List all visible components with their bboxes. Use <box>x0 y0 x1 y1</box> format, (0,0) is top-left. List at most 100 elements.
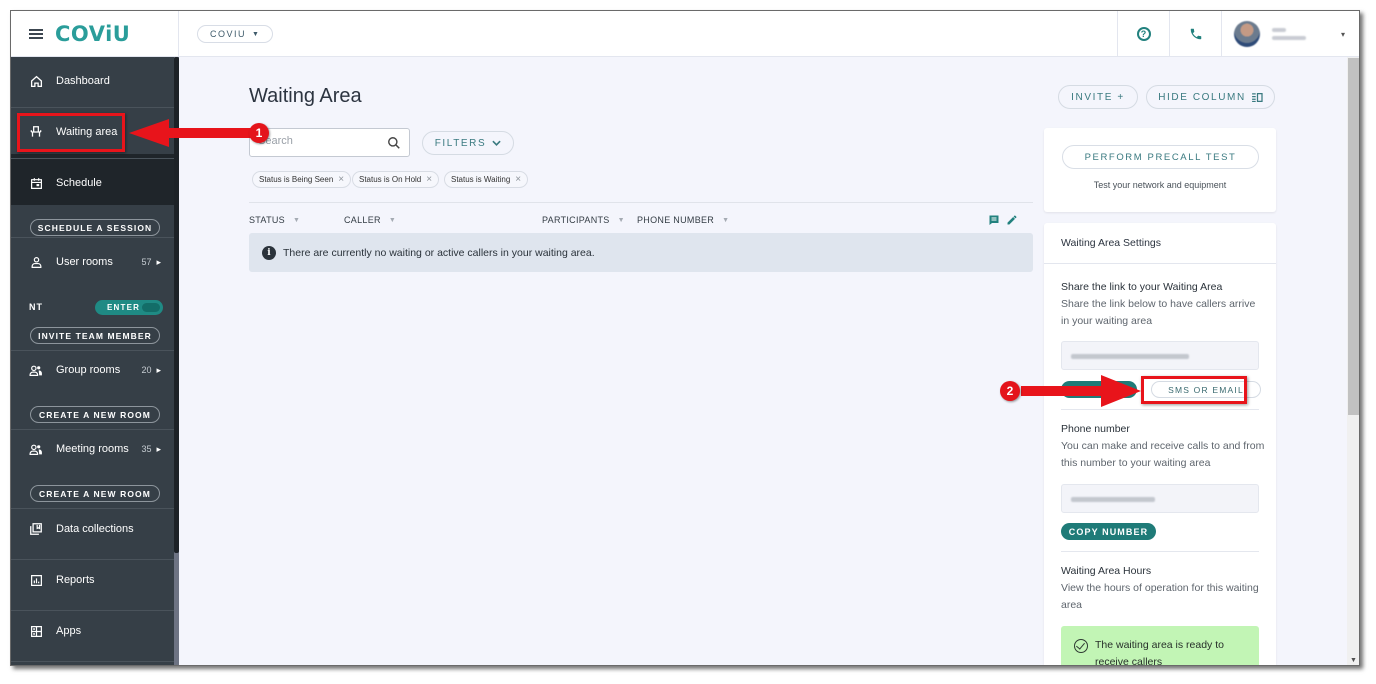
phone-number-field[interactable] <box>1061 484 1259 513</box>
info-icon: i <box>262 245 276 260</box>
brand-area: COViU <box>11 11 179 57</box>
annotation-arrow-right <box>1021 375 1141 407</box>
sidebar-item-user-rooms[interactable]: User rooms 57 <box>11 252 174 272</box>
sidebar-item-label: Meeting rooms <box>56 443 129 455</box>
sidebar-item-label: Group rooms <box>56 364 121 376</box>
search-input[interactable] <box>258 135 378 147</box>
sort-icon: ▼ <box>722 216 730 224</box>
sidebar-item-label: Data collections <box>56 523 134 535</box>
help-button[interactable]: ? <box>1117 11 1169 57</box>
group-icon <box>29 442 43 456</box>
waiting-area-hours-title: Waiting Area Hours <box>1061 565 1152 577</box>
divider <box>249 202 1033 203</box>
column-header-participants[interactable]: PARTICIPANTS ▼ <box>542 215 625 225</box>
annotation-step-2: 2 <box>1000 381 1020 401</box>
copy-number-button[interactable]: COPY NUMBER <box>1061 523 1156 540</box>
sidebar-item-apps[interactable]: Apps <box>11 621 174 641</box>
column-header-status[interactable]: STATUS ▼ <box>249 215 300 225</box>
sort-icon: ▼ <box>388 216 397 224</box>
group-icon <box>29 363 43 377</box>
edit-pencil-icon[interactable] <box>1006 214 1018 226</box>
phone-button[interactable] <box>1169 11 1221 57</box>
settings-title: Waiting Area Settings <box>1061 237 1161 249</box>
ready-status-banner: The waiting area is ready to receive cal… <box>1061 626 1259 665</box>
precall-card: PERFORM PRECALL TEST Test your network a… <box>1044 128 1276 212</box>
filter-chip[interactable]: Status is Being Seen × <box>252 171 352 188</box>
create-group-room-button[interactable]: CREATE A NEW ROOM <box>30 406 160 423</box>
room-count: 57 <box>141 257 161 268</box>
sort-icon: ▼ <box>617 216 625 224</box>
annotation-arrow-left <box>129 119 255 147</box>
column-label: PHONE NUMBER <box>637 215 715 225</box>
search-icon[interactable] <box>387 136 401 150</box>
chart-icon <box>29 573 43 587</box>
filter-chip[interactable]: Status is On Hold × <box>352 171 440 188</box>
create-meeting-room-button[interactable]: CREATE A NEW ROOM <box>30 485 160 502</box>
sidebar-item-group-rooms[interactable]: Group rooms 20 <box>11 360 174 380</box>
sidebar-item-schedule[interactable]: Schedule <box>11 173 174 193</box>
sidebar-item-label: Reports <box>56 574 95 586</box>
user-icon <box>29 255 43 269</box>
sidebar-item-reports[interactable]: Reports <box>11 570 174 590</box>
schedule-session-button[interactable]: SCHEDULE A SESSION <box>30 219 160 236</box>
columns-icon <box>1251 92 1263 102</box>
coviu-logo[interactable]: COViU <box>55 22 130 46</box>
user-menu-caret-icon[interactable]: ▾ <box>1341 30 1345 39</box>
hide-column-label: HIDE COLUMN <box>1158 91 1246 103</box>
top-bar: COViU COVIU ▼ ? ▾ <box>11 11 1359 57</box>
sidebar-item-dashboard[interactable]: Dashboard <box>11 71 174 91</box>
invite-label: INVITE + <box>1071 91 1125 103</box>
sidebar-item-data-collections[interactable]: Data collections <box>11 519 174 539</box>
room-count: 35 <box>141 444 161 455</box>
hide-column-button[interactable]: HIDE COLUMN <box>1146 85 1275 109</box>
perform-precall-test-button[interactable]: PERFORM PRECALL TEST <box>1062 145 1259 169</box>
column-header-caller[interactable]: CALLER ▼ <box>344 215 396 225</box>
filter-chip[interactable]: Status is Waiting × <box>444 171 529 188</box>
annotation-step-1: 1 <box>249 123 269 143</box>
column-header-phone-number[interactable]: PHONE NUMBER ▼ <box>637 215 729 225</box>
collection-icon <box>29 522 43 536</box>
help-circle-icon: ? <box>1136 27 1151 41</box>
sidebar-item-label: Apps <box>56 625 82 637</box>
sidebar-item-label: Schedule <box>56 177 102 189</box>
enter-toggle-label: ENTER <box>107 303 141 312</box>
empty-state-message: i There are currently no waiting or acti… <box>249 233 1033 272</box>
scroll-down-arrow-icon[interactable]: ▼ <box>1350 657 1357 664</box>
filter-chip-label: Status is Waiting <box>451 175 511 184</box>
hamburger-menu-icon[interactable] <box>29 29 43 39</box>
waiting-area-link-field[interactable] <box>1061 341 1259 370</box>
close-icon[interactable]: × <box>338 174 344 185</box>
annotation-highlight-waiting-area <box>17 113 125 152</box>
invite-button[interactable]: INVITE + <box>1058 85 1138 109</box>
waiting-area-hours-description: View the hours of operation for this wai… <box>1061 582 1259 611</box>
phone-number-description: You can make and receive calls to and fr… <box>1061 440 1265 469</box>
org-selector[interactable]: COVIU ▼ <box>197 25 274 43</box>
org-selector-label: COVIU <box>210 29 247 39</box>
divider <box>1061 551 1259 552</box>
sidebar-item-meeting-rooms[interactable]: Meeting rooms 35 <box>11 439 174 459</box>
enter-room-toggle[interactable]: ENTER <box>95 300 163 315</box>
close-icon[interactable]: × <box>426 174 432 185</box>
filter-chip-label: Status is On Hold <box>359 175 422 184</box>
apps-icon <box>29 624 43 638</box>
toggle-knob <box>142 303 160 312</box>
user-menu[interactable]: ▾ <box>1221 11 1359 57</box>
table-actions <box>988 214 1018 226</box>
calendar-icon <box>29 176 43 190</box>
room-count: 20 <box>141 365 161 376</box>
filters-button[interactable]: FILTERS <box>422 131 514 155</box>
share-link-description: Share the link below to have callers arr… <box>1061 298 1256 327</box>
precall-subtitle: Test your network and equipment <box>1093 180 1227 190</box>
divider <box>1061 409 1259 410</box>
search-field[interactable] <box>249 128 410 157</box>
notes-icon[interactable] <box>988 214 1000 226</box>
home-icon <box>29 74 43 88</box>
close-icon[interactable]: × <box>515 174 521 185</box>
sidebar-item-label: Dashboard <box>56 75 110 87</box>
invite-team-member-button[interactable]: INVITE TEAM MEMBER <box>30 327 160 344</box>
sidebar-item-label: User rooms <box>56 256 113 268</box>
column-label: CALLER <box>344 215 381 225</box>
page-scrollbar-thumb[interactable] <box>1348 58 1359 415</box>
avatar <box>1234 21 1260 47</box>
sort-icon: ▼ <box>292 216 301 224</box>
